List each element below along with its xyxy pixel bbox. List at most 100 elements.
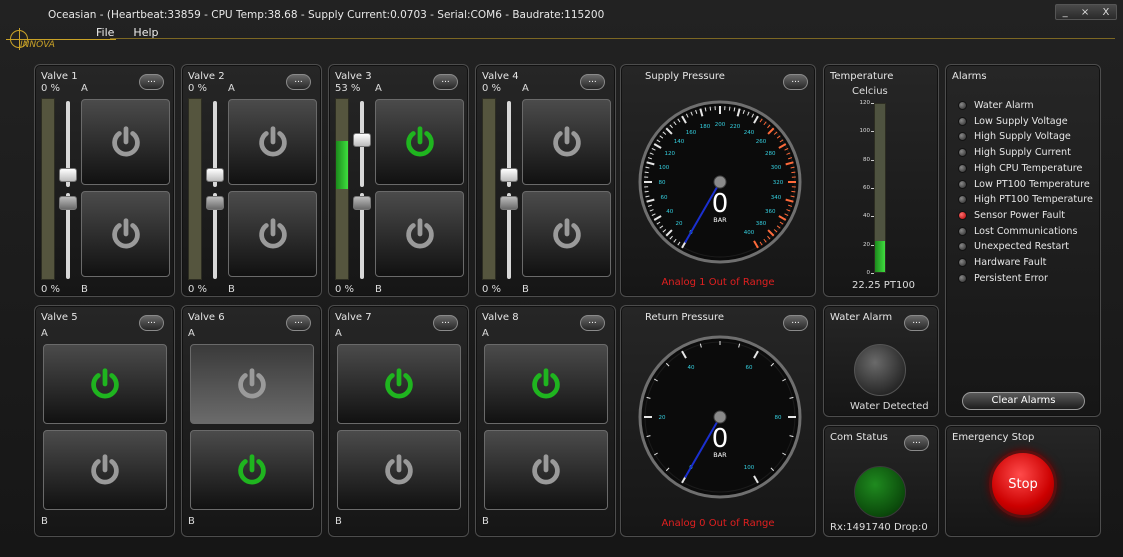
alarm-label: Low Supply Voltage — [974, 115, 1068, 127]
gauge-tick-label: 80 — [775, 415, 782, 421]
valve-label-b: B — [482, 516, 489, 527]
valve-button-a[interactable] — [522, 99, 611, 185]
valve-label-b: B — [375, 284, 382, 295]
alarm-label: Water Alarm — [974, 100, 1034, 111]
valve-button-a[interactable] — [337, 344, 461, 424]
valve-button-a[interactable] — [484, 344, 608, 424]
valve-level-bar — [41, 98, 55, 280]
alarm-led — [958, 273, 967, 283]
valve-button-a[interactable] — [228, 99, 317, 185]
valve-slider-b-thumb[interactable] — [59, 196, 77, 210]
temperature-tick — [871, 188, 874, 189]
valve-percent: 53 % — [335, 83, 361, 94]
gauge-tick-label: 320 — [773, 180, 784, 186]
valve-percent: 0 % — [188, 83, 208, 94]
valve-button-b[interactable] — [190, 430, 314, 510]
clear-alarms-button[interactable]: Clear Alarms — [962, 392, 1085, 410]
alarm-led — [958, 101, 967, 110]
valve-button-b[interactable] — [375, 191, 464, 277]
minimize-button[interactable]: _ — [1063, 7, 1068, 18]
return-pressure-gauge: 0204060801000BAR — [638, 335, 802, 499]
alarm-label: Persistent Error — [974, 272, 1048, 284]
valve-button-b[interactable] — [337, 430, 461, 510]
window-controls: _ × X — [1055, 4, 1117, 20]
valve-label-a: A — [482, 328, 489, 339]
gauge-tick-label: 380 — [756, 221, 767, 227]
temperature-unit: Celcius — [852, 86, 888, 97]
supply-pressure-menu-button[interactable]: ... — [783, 74, 808, 90]
valve-slider-b-thumb[interactable] — [206, 196, 224, 210]
emergency-stop-panel: Emergency Stop Stop — [945, 425, 1101, 537]
alarm-label: High CPU Temperature — [974, 162, 1083, 174]
alarms-panel: Alarms Clear Alarms Water Alarm Low Suppl… — [945, 64, 1101, 417]
valve-menu-button[interactable]: ... — [580, 315, 605, 331]
alarm-item: Water Alarm — [958, 100, 1034, 111]
valve-slider-a-thumb[interactable] — [500, 168, 518, 182]
gauge-unit: BAR — [713, 451, 727, 459]
valve-slider-a-thumb[interactable] — [59, 168, 77, 182]
water-alarm-menu-button[interactable]: ... — [904, 315, 929, 331]
gauge-tick-label: 260 — [756, 139, 767, 145]
return-pressure-panel: Return Pressure ... 0204060801000BAR Ana… — [620, 305, 816, 537]
alarm-item: Low PT100 Temperature — [958, 179, 1090, 190]
valve-menu-button[interactable]: ... — [286, 74, 311, 90]
valve-title: Valve 1 — [41, 71, 78, 82]
gauge-tick-label: 340 — [771, 195, 782, 201]
alarm-item: Low Supply Voltage — [958, 116, 1068, 127]
alarm-led — [958, 132, 967, 142]
valve-panel: Valve 3... 53 % A 0 % B — [328, 64, 469, 297]
valve-menu-button[interactable]: ... — [433, 74, 458, 90]
valve-slider-a-thumb[interactable] — [206, 168, 224, 182]
gauge-tick-label: 220 — [730, 124, 741, 130]
valve-label-b: B — [335, 516, 342, 527]
valve-slider-b-thumb[interactable] — [500, 196, 518, 210]
temperature-tick-label: 100 — [859, 128, 871, 135]
water-alarm-title: Water Alarm — [830, 312, 893, 323]
temperature-title: Temperature — [830, 71, 894, 82]
valve-button-b[interactable] — [522, 191, 611, 277]
return-pressure-menu-button[interactable]: ... — [783, 315, 808, 331]
valve-slider-b-thumb[interactable] — [353, 196, 371, 210]
power-icon — [532, 368, 560, 399]
valve-menu-button[interactable]: ... — [286, 315, 311, 331]
com-status-indicator — [854, 466, 906, 518]
valve-menu-button[interactable]: ... — [139, 315, 164, 331]
valve-label-b: B — [228, 284, 235, 295]
com-status-menu-button[interactable]: ... — [904, 435, 929, 451]
valve-title: Valve 6 — [188, 312, 225, 323]
valve-button-a[interactable] — [190, 344, 314, 424]
power-icon — [385, 368, 413, 399]
valve-button-b[interactable] — [228, 191, 317, 277]
alarm-item: High CPU Temperature — [958, 163, 1082, 174]
valve-slider-a-thumb[interactable] — [353, 133, 371, 147]
valve-panel: Valve 8... A B — [475, 305, 616, 537]
power-icon — [111, 126, 140, 157]
valve-label-b: B — [41, 516, 48, 527]
temperature-tick — [871, 244, 874, 246]
supply-pressure-error: Analog 1 Out of Range — [661, 277, 775, 288]
restore-button[interactable]: × — [1081, 7, 1089, 18]
alarm-label: Sensor Power Fault — [974, 209, 1066, 221]
alarm-label: Lost Communications — [974, 225, 1078, 237]
power-icon — [238, 368, 266, 399]
valve-percent: 0 % — [482, 83, 502, 94]
valve-button-a[interactable] — [81, 99, 170, 185]
gauge-tick — [644, 190, 649, 193]
valve-menu-button[interactable]: ... — [433, 315, 458, 331]
temperature-tick-label: 60 — [863, 185, 870, 191]
valve-button-b[interactable] — [81, 191, 170, 277]
valve-button-b[interactable] — [484, 430, 608, 510]
emergency-stop-button[interactable]: Stop — [989, 450, 1057, 518]
gauge-tick-label: 40 — [688, 365, 695, 371]
valve-button-a[interactable] — [43, 344, 167, 424]
gauge-tick-label: 20 — [659, 415, 666, 421]
temperature-tick — [871, 273, 874, 274]
valve-menu-button[interactable]: ... — [139, 74, 164, 90]
valve-label-b: B — [81, 284, 88, 295]
valve-button-a[interactable] — [375, 99, 464, 185]
power-icon — [238, 454, 266, 485]
alarm-item: Persistent Error — [958, 273, 1048, 284]
valve-button-b[interactable] — [43, 430, 167, 510]
valve-menu-button[interactable]: ... — [580, 74, 605, 90]
close-button[interactable]: X — [1103, 7, 1110, 18]
